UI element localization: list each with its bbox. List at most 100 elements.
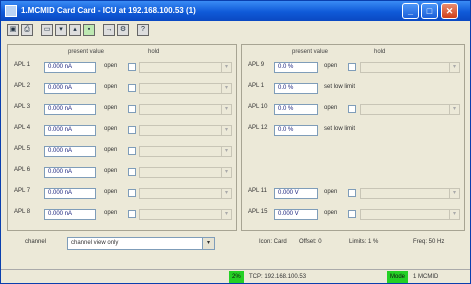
row-status: open — [104, 84, 118, 90]
status-percent: 2% — [229, 271, 244, 283]
row-status: open — [324, 63, 338, 69]
card-green-icon[interactable]: ▪ — [83, 24, 95, 36]
hold-checkbox[interactable] — [128, 147, 136, 155]
right-row-1: APL 9 0.0 % open ▾ — [248, 62, 460, 73]
row-value[interactable]: 0.000 nA — [44, 62, 96, 73]
help-icon[interactable]: ? — [137, 24, 149, 36]
left-row-6: APL 6 0.000 nA open ▾ — [14, 167, 232, 178]
channel-select: ▾ — [139, 167, 232, 178]
left-row-5: APL 5 0.000 nA open ▾ — [14, 146, 232, 157]
chevron-down-icon[interactable]: ▾ — [202, 238, 214, 249]
info-offset: Offset: 0 — [299, 239, 322, 245]
row-status: set low limit — [324, 84, 356, 90]
row-value[interactable]: 0.0 % — [274, 125, 318, 136]
right-header-hold: hold — [374, 49, 386, 55]
info-freq: Freq: 50 Hz — [413, 239, 445, 245]
row-value[interactable]: 0.000 nA — [44, 146, 96, 157]
card-up-icon[interactable]: ▴ — [69, 24, 81, 36]
chevron-down-icon: ▾ — [221, 84, 231, 93]
hold-checkbox[interactable] — [348, 105, 356, 113]
row-label: APL 9 — [248, 62, 265, 68]
channel-select: ▾ — [360, 209, 460, 220]
channel-select: ▾ — [139, 83, 232, 94]
chevron-down-icon: ▾ — [449, 63, 459, 72]
settings-icon[interactable]: ⚙ — [117, 24, 129, 36]
left-row-7: APL 7 0.000 nA open ▾ — [14, 188, 232, 199]
row-status: open — [104, 168, 118, 174]
status-mode: Mode — [387, 271, 409, 283]
row-label: APL 15 — [248, 209, 268, 215]
arrow-icon[interactable]: → — [103, 24, 115, 36]
row-value[interactable]: 0.0 % — [274, 62, 318, 73]
status-bar: 2% TCP: 192.168.100.53 Mode 1 MCMID — [1, 269, 470, 283]
channel-select: ▾ — [139, 188, 232, 199]
row-value[interactable]: 0.000 nA — [44, 104, 96, 115]
right-row-4: APL 12 0.0 % set low limit — [248, 125, 460, 136]
chevron-down-icon: ▾ — [221, 126, 231, 135]
channel-select: ▾ — [139, 146, 232, 157]
info-limits: Limits: 1 % — [349, 239, 379, 245]
card-down-icon[interactable]: ▾ — [55, 24, 67, 36]
row-status: open — [104, 147, 118, 153]
right-row-5: APL 11 0.000 V open ▾ — [248, 188, 460, 199]
row-label: APL 1 — [14, 62, 31, 68]
maximize-button[interactable]: □ — [421, 3, 438, 19]
app-window: 1.MCMID Card Card - ICU at 192.168.100.5… — [0, 0, 471, 284]
row-value[interactable]: 0.000 V — [274, 188, 318, 199]
hold-checkbox[interactable] — [348, 210, 356, 218]
right-panel: present value hold APL 9 0.0 % open ▾ AP… — [241, 44, 465, 231]
row-status: open — [324, 105, 338, 111]
save-icon[interactable]: ▣ — [7, 24, 19, 36]
card-icon[interactable]: ▭ — [41, 24, 53, 36]
hold-checkbox[interactable] — [128, 84, 136, 92]
left-row-1: APL 1 0.000 nA open ▾ — [14, 62, 232, 73]
hold-checkbox[interactable] — [348, 63, 356, 71]
chevron-down-icon: ▾ — [449, 105, 459, 114]
row-label: APL 5 — [14, 146, 31, 152]
row-value[interactable]: 0.000 nA — [44, 83, 96, 94]
row-label: APL 6 — [14, 167, 31, 173]
row-status: open — [104, 126, 118, 132]
right-row-6: APL 15 0.000 V open ▾ — [248, 209, 460, 220]
row-status: open — [104, 189, 118, 195]
row-value[interactable]: 0.000 V — [274, 209, 318, 220]
hold-checkbox[interactable] — [128, 63, 136, 71]
hold-checkbox[interactable] — [128, 105, 136, 113]
left-row-4: APL 4 0.000 nA open ▾ — [14, 125, 232, 136]
chevron-down-icon: ▾ — [449, 210, 459, 219]
hold-checkbox[interactable] — [348, 189, 356, 197]
hold-checkbox[interactable] — [128, 126, 136, 134]
channel-select: ▾ — [139, 125, 232, 136]
status-address: TCP: 192.168.100.53 — [249, 274, 307, 280]
chevron-down-icon: ▾ — [449, 189, 459, 198]
chevron-down-icon: ▾ — [221, 189, 231, 198]
row-value[interactable]: 0.0 % — [274, 83, 318, 94]
row-value[interactable]: 0.000 nA — [44, 167, 96, 178]
channel-select: ▾ — [139, 62, 232, 73]
print-icon[interactable]: ⎙ — [21, 24, 33, 36]
row-label: APL 12 — [248, 125, 268, 131]
row-value[interactable]: 0.000 nA — [44, 125, 96, 136]
row-label: APL 11 — [248, 188, 268, 194]
row-status: open — [104, 63, 118, 69]
channel-combo[interactable]: channel view only ▾ — [67, 237, 215, 250]
minimize-button[interactable]: _ — [402, 3, 419, 19]
close-button[interactable]: ✕ — [441, 3, 458, 19]
row-label: APL 7 — [14, 188, 31, 194]
title-bar[interactable]: 1.MCMID Card Card - ICU at 192.168.100.5… — [1, 1, 470, 21]
row-label: APL 2 — [14, 83, 31, 89]
chevron-down-icon: ▾ — [221, 147, 231, 156]
hold-checkbox[interactable] — [128, 168, 136, 176]
channel-select: ▾ — [360, 188, 460, 199]
left-row-8: APL 8 0.000 nA open ▾ — [14, 209, 232, 220]
row-value[interactable]: 0.000 nA — [44, 188, 96, 199]
window-title: 1.MCMID Card Card - ICU at 192.168.100.5… — [21, 6, 196, 15]
row-value[interactable]: 0.0 % — [274, 104, 318, 115]
chevron-down-icon: ▾ — [221, 168, 231, 177]
hold-checkbox[interactable] — [128, 189, 136, 197]
row-value[interactable]: 0.000 nA — [44, 209, 96, 220]
hold-checkbox[interactable] — [128, 210, 136, 218]
chevron-down-icon: ▾ — [221, 210, 231, 219]
left-header-value: present value — [68, 49, 105, 55]
right-row-3: APL 10 0.0 % open ▾ — [248, 104, 460, 115]
